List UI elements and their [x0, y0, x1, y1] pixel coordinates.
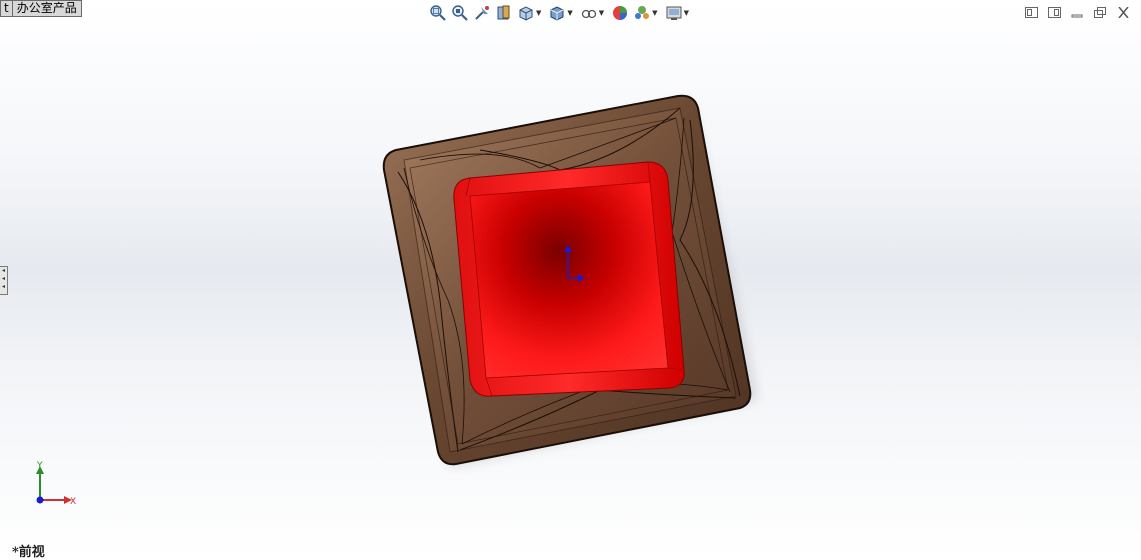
triad-y-label: Y — [36, 461, 43, 471]
model-viewport[interactable] — [0, 0, 1141, 560]
current-view-name: *前视 — [12, 545, 45, 560]
inner-cup — [453, 161, 685, 397]
triad-x-label: X — [70, 497, 76, 507]
coordinate-triad: Y X — [36, 461, 76, 507]
